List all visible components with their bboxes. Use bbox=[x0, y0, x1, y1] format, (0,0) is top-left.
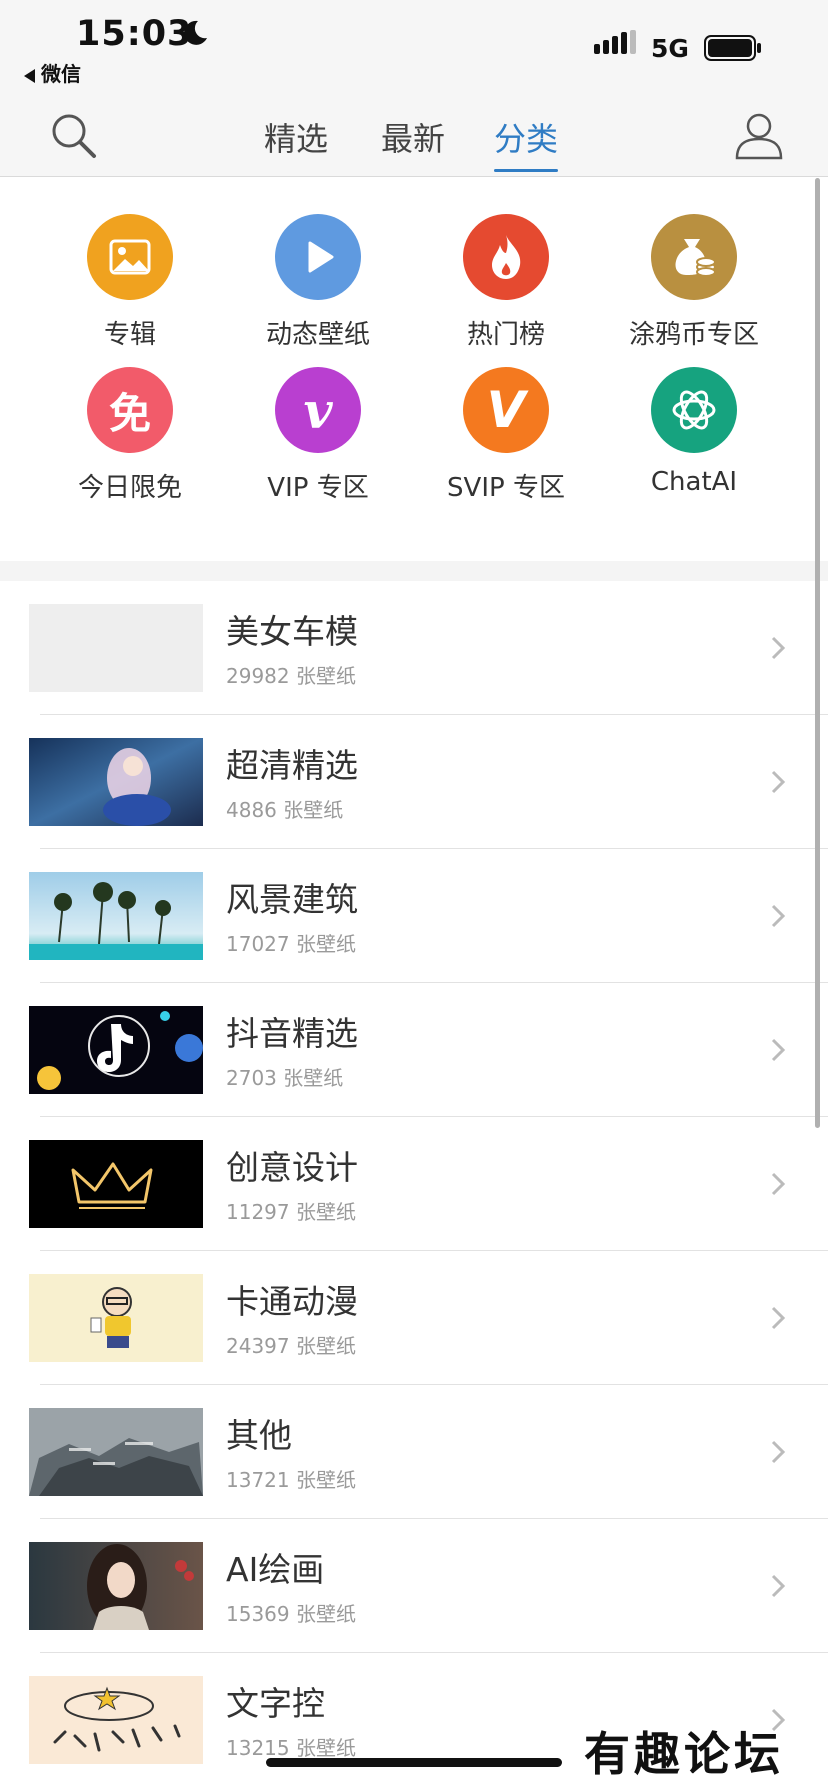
back-triangle-icon bbox=[24, 68, 35, 83]
battery-icon bbox=[704, 35, 761, 61]
list-item-count: 29982 张壁纸 bbox=[226, 664, 356, 688]
category-label: 动态壁纸 bbox=[265, 320, 370, 350]
list-item[interactable]: 美女车模 29982 张壁纸 bbox=[0, 581, 828, 715]
back-to-app-link[interactable]: 微信 bbox=[24, 58, 81, 87]
list-item-title: 卡通动漫 bbox=[226, 1282, 358, 1321]
back-app-label: 微信 bbox=[41, 62, 81, 86]
list-item-count: 13215 张壁纸 bbox=[226, 1736, 356, 1760]
chevron-right-icon bbox=[771, 770, 786, 794]
category-label: 今日限免 bbox=[77, 473, 182, 503]
thumbnail-image bbox=[29, 872, 203, 960]
scrollbar[interactable] bbox=[815, 178, 820, 1128]
user-icon[interactable] bbox=[732, 108, 786, 162]
list-item-title: 抖音精选 bbox=[226, 1014, 358, 1053]
network-type: 5G bbox=[651, 34, 689, 63]
top-nav: 精选 最新 分类 bbox=[0, 100, 828, 177]
list-item-title: 超清精选 bbox=[226, 746, 358, 785]
category-svip[interactable]: V SVIP 专区 bbox=[412, 367, 600, 504]
chatai-logo-icon bbox=[651, 367, 737, 453]
section-separator bbox=[0, 561, 828, 581]
svip-v-icon: V bbox=[463, 367, 549, 453]
list-item-count: 13721 张壁纸 bbox=[226, 1468, 356, 1492]
thumbnail-image bbox=[29, 738, 203, 826]
list-item[interactable]: 超清精选 4886 张壁纸 bbox=[0, 715, 828, 849]
list-item[interactable]: 其他 13721 张壁纸 bbox=[0, 1385, 828, 1519]
list-item-count: 2703 张壁纸 bbox=[226, 1066, 344, 1090]
category-grid: 专辑 动态壁纸 热门榜 涂鸦币专区 免 今日限免 v VIP 专区 V SVIP bbox=[0, 177, 828, 561]
thumbnail-image bbox=[29, 1006, 203, 1094]
free-badge-icon: 免 bbox=[87, 367, 173, 453]
category-list: 美女车模 29982 张壁纸 超清精选 4886 张壁纸 风景建筑 17027 … bbox=[0, 581, 828, 1787]
category-label: SVIP 专区 bbox=[447, 473, 565, 503]
list-item[interactable]: AI绘画 15369 张壁纸 bbox=[0, 1519, 828, 1653]
play-icon bbox=[275, 214, 361, 300]
status-time: 15:03 bbox=[76, 14, 193, 54]
category-chatai[interactable]: ChatAI bbox=[600, 367, 788, 497]
thumbnail-image bbox=[29, 1408, 203, 1496]
list-item-count: 24397 张壁纸 bbox=[226, 1334, 356, 1358]
category-album[interactable]: 专辑 bbox=[36, 214, 224, 351]
chevron-right-icon bbox=[771, 1306, 786, 1330]
category-label: 热门榜 bbox=[466, 320, 545, 350]
category-label: 专辑 bbox=[103, 320, 156, 350]
category-label: VIP 专区 bbox=[267, 473, 369, 503]
thumbnail-image bbox=[29, 1274, 203, 1362]
chevron-right-icon bbox=[771, 1574, 786, 1598]
moon-icon bbox=[184, 20, 207, 45]
thumbnail-placeholder bbox=[29, 604, 203, 692]
list-item-count: 17027 张壁纸 bbox=[226, 932, 356, 956]
list-item-title: 其他 bbox=[226, 1416, 292, 1455]
thumbnail-image bbox=[29, 1542, 203, 1630]
category-hot[interactable]: 热门榜 bbox=[412, 214, 600, 351]
list-item[interactable]: 创意设计 11297 张壁纸 bbox=[0, 1117, 828, 1251]
search-icon[interactable] bbox=[48, 110, 100, 162]
category-label: ChatAI bbox=[650, 467, 738, 497]
list-item-count: 11297 张壁纸 bbox=[226, 1200, 356, 1224]
home-indicator[interactable] bbox=[266, 1758, 562, 1767]
chevron-right-icon bbox=[771, 904, 786, 928]
category-free-today[interactable]: 免 今日限免 bbox=[36, 367, 224, 504]
list-item-count: 4886 张壁纸 bbox=[226, 798, 344, 822]
tab-latest[interactable]: 最新 bbox=[381, 114, 445, 160]
category-live-wallpaper[interactable]: 动态壁纸 bbox=[224, 214, 412, 351]
status-bar: 15:03 微信 5G bbox=[0, 0, 828, 100]
signal-icon bbox=[594, 30, 636, 54]
chevron-right-icon bbox=[771, 1172, 786, 1196]
list-item-title: 风景建筑 bbox=[226, 880, 358, 919]
category-vip[interactable]: v VIP 专区 bbox=[224, 367, 412, 504]
vip-glyph: v bbox=[303, 380, 333, 440]
chevron-right-icon bbox=[771, 1440, 786, 1464]
free-glyph: 免 bbox=[108, 388, 151, 438]
tab-category[interactable]: 分类 bbox=[494, 114, 559, 172]
list-item-count: 15369 张壁纸 bbox=[226, 1602, 356, 1626]
list-item-title: AI绘画 bbox=[226, 1550, 325, 1589]
tab-featured[interactable]: 精选 bbox=[264, 114, 328, 160]
list-item-title: 美女车模 bbox=[226, 612, 358, 651]
money-bag-icon bbox=[651, 214, 737, 300]
category-label: 涂鸦币专区 bbox=[628, 320, 759, 350]
list-item-title: 创意设计 bbox=[226, 1148, 358, 1187]
chevron-right-icon bbox=[771, 636, 786, 660]
list-item[interactable]: 风景建筑 17027 张壁纸 bbox=[0, 849, 828, 983]
list-item-title: 文字控 bbox=[226, 1684, 325, 1723]
flame-icon bbox=[463, 214, 549, 300]
svip-glyph: V bbox=[486, 381, 526, 439]
chevron-right-icon bbox=[771, 1038, 786, 1062]
thumbnail-image bbox=[29, 1676, 203, 1764]
image-icon bbox=[87, 214, 173, 300]
list-item[interactable]: 抖音精选 2703 张壁纸 bbox=[0, 983, 828, 1117]
thumbnail-image bbox=[29, 1140, 203, 1228]
category-coin-zone[interactable]: 涂鸦币专区 bbox=[600, 214, 788, 351]
watermark-text: 有趣论坛 bbox=[584, 1727, 784, 1781]
vip-v-icon: v bbox=[275, 367, 361, 453]
list-item[interactable]: 卡通动漫 24397 张壁纸 bbox=[0, 1251, 828, 1385]
